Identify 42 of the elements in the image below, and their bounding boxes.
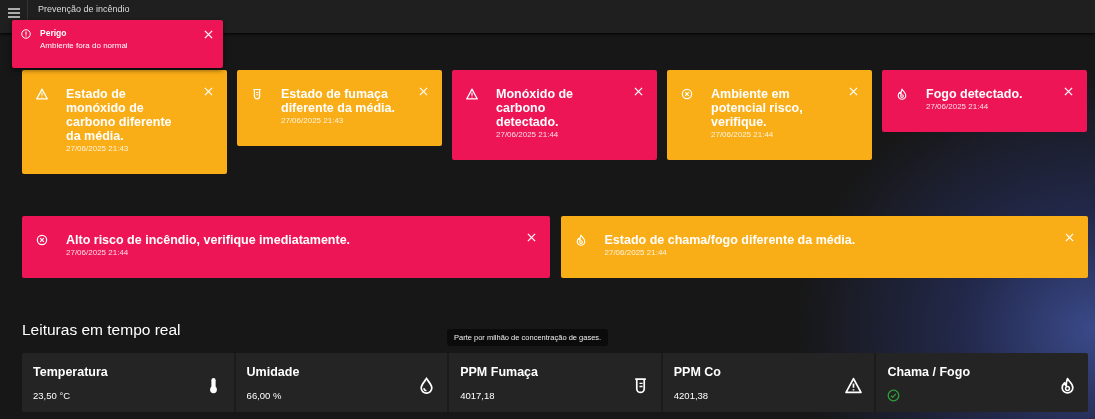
alert-title: Estado de fumaça diferente da média. [281, 87, 395, 115]
alert-time: 27/06/2025 21:44 [711, 129, 775, 140]
close-button[interactable] [1062, 87, 1075, 96]
reading-value: 66,00 % [246, 389, 283, 403]
reading-value: 4201,38 [673, 389, 710, 403]
warning-icon [36, 88, 48, 100]
menu-icon [7, 7, 20, 18]
close-button[interactable] [204, 30, 213, 39]
flame-icon [896, 88, 908, 100]
warning-icon [466, 88, 478, 100]
cancel-icon [681, 88, 693, 100]
alert-title: Alto risco de incêndio, verifique imediatamente. [66, 233, 352, 247]
section-heading: Leituras em tempo real [22, 320, 181, 340]
warning-icon [845, 377, 863, 394]
alert-time: 27/06/2025 21:43 [66, 143, 130, 154]
reading-value: 4017,18 [460, 389, 496, 403]
alert-time: 27/06/2025 21:44 [926, 101, 990, 112]
flame-icon [1058, 377, 1076, 394]
flame-icon [574, 234, 587, 246]
app-title: Prevenção de incêndio [38, 3, 130, 14]
alert-title: Estado de chama/fogo diferente da média. [604, 233, 857, 247]
alert-title: Fogo detectado. [926, 87, 1024, 101]
reading-label: Umidade [246, 364, 300, 379]
reading-label: Temperatura [33, 364, 108, 379]
test-tube-icon [251, 88, 263, 100]
cancel-icon [36, 234, 48, 246]
info-icon [21, 29, 31, 39]
close-button[interactable] [632, 87, 645, 96]
alert-time: 27/06/2025 21:43 [281, 115, 345, 126]
alert-time: 27/06/2025 21:44 [66, 247, 130, 258]
reading-label: PPM Co [673, 364, 721, 379]
droplet-icon [418, 377, 436, 394]
alert-title: Estado de monóxido de carbono diferente da média. [66, 87, 173, 143]
alert-time: 27/06/2025 21:44 [496, 129, 560, 140]
alert-time: 27/06/2025 21:44 [604, 247, 668, 258]
reading-label: PPM Fumaça [460, 364, 538, 379]
alert-title: Ambiente em potencial risco, verifique. [711, 87, 804, 129]
reading-value: 23,50 °C [33, 389, 72, 403]
toast-message: Ambiente fora do normal [40, 41, 129, 50]
reading-label: Chama / Fogo [887, 364, 971, 379]
alert-title: Monóxido de carbono detectado. [496, 87, 575, 129]
toast-title: Perigo [40, 28, 68, 38]
